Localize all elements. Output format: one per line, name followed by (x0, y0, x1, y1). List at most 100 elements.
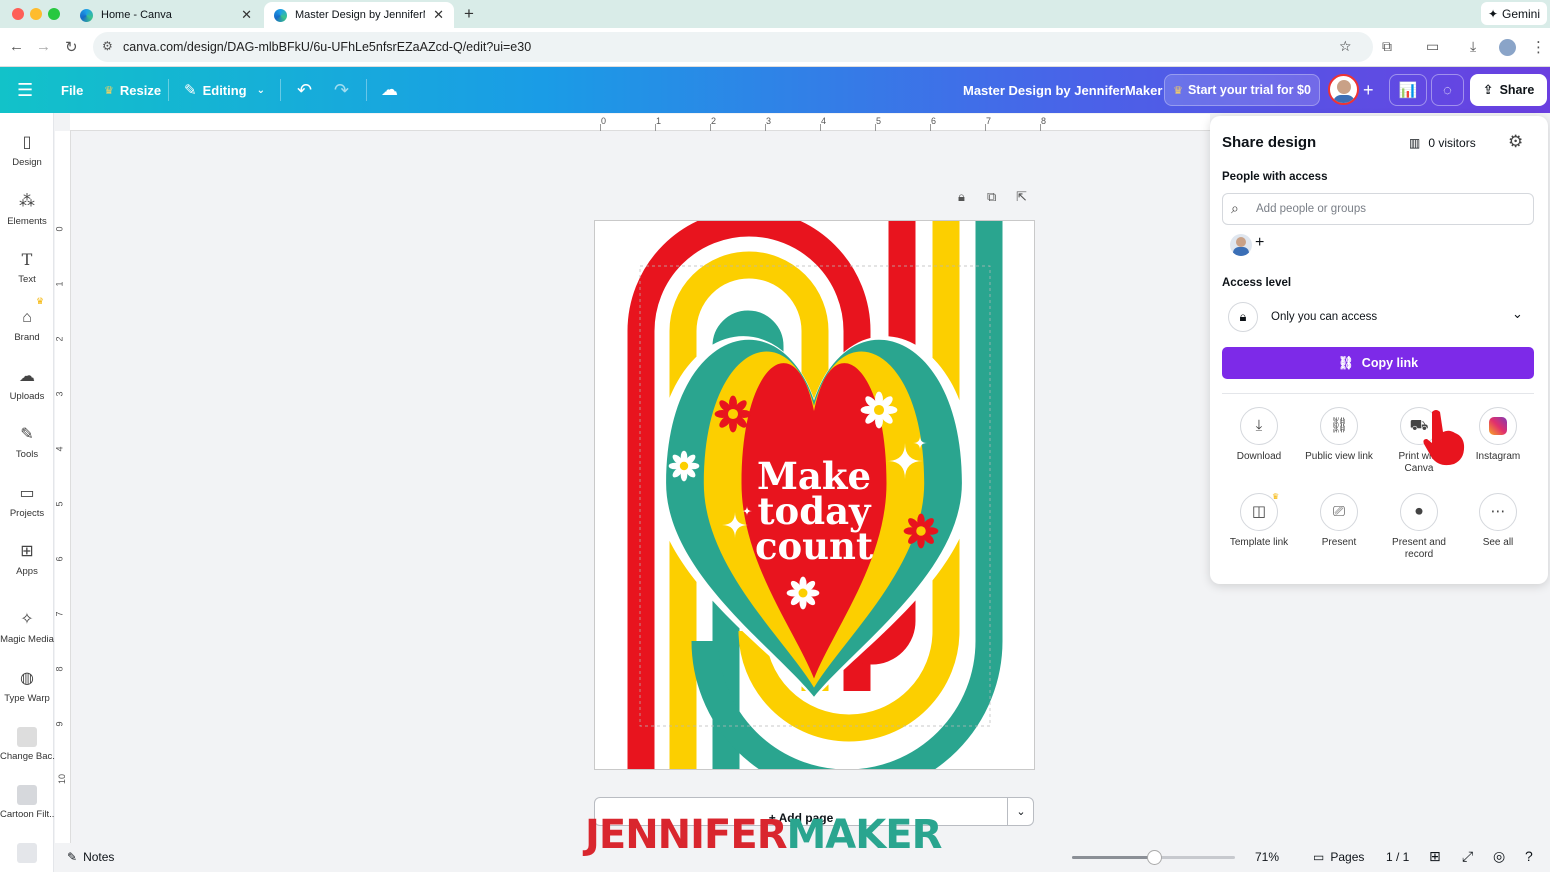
sidebar-item-type-warp[interactable]: ◍ Type Warp (0, 669, 54, 704)
cartoon-filter-icon (17, 785, 37, 805)
link-icon: ⛓ (1337, 355, 1354, 370)
ruler-tick-label: 7 (986, 116, 992, 126)
lock-icon[interactable]: 🔒︎ (958, 189, 965, 205)
editor-header: ☰ File ♛ Resize ✎ Editing ⌄ ↶ ↷ ☁ Master… (0, 67, 1550, 113)
collaborator-avatar[interactable] (1328, 74, 1359, 105)
notes-button[interactable]: ✎ Notes (67, 850, 114, 864)
zoom-slider-track[interactable] (1072, 850, 1235, 865)
add-page-chevron-icon[interactable]: ⌄ (1007, 798, 1034, 825)
duplicate-page-icon[interactable]: ⧉ (987, 189, 996, 205)
resize-button[interactable]: ♛ Resize (104, 67, 161, 113)
browser-menu-icon[interactable]: ⋮ (1531, 38, 1546, 56)
see-all-option[interactable]: ⋯ See all (1453, 493, 1543, 549)
ruler-tick-label: 8 (1041, 116, 1047, 126)
pages-button[interactable]: ▭ Pages (1313, 850, 1364, 864)
sidebar-item-projects[interactable]: ▭ Projects (0, 484, 54, 519)
add-person-icon[interactable]: + (1255, 234, 1264, 252)
new-tab-button[interactable]: + (464, 4, 474, 24)
ruler-tick (820, 124, 821, 131)
forward-arrow-icon[interactable]: → (36, 38, 51, 55)
zoom-window-button[interactable] (48, 8, 60, 20)
sidebar-item-design[interactable]: ▯ Design (0, 133, 54, 168)
cloud-save-icon[interactable]: ☁ (381, 67, 398, 113)
share-panel-title: Share design (1222, 134, 1317, 151)
zoom-slider-handle[interactable] (1146, 850, 1162, 865)
ruler-tick-label: 5 (54, 501, 65, 507)
owner-avatar[interactable] (1230, 234, 1252, 256)
sidebar-item-tools[interactable]: ✎ Tools (0, 425, 54, 460)
sidebar-item-text[interactable]: T Text (0, 250, 54, 285)
access-level-dropdown[interactable]: 🔒︎ Only you can access ⌄ (1222, 300, 1534, 334)
tab-home-canva[interactable]: Home - Canva ✕ (70, 2, 262, 28)
present-and-record-option[interactable]: ⏺ Present and record (1374, 493, 1464, 561)
download-option[interactable]: ⤓ Download (1214, 407, 1304, 463)
sidebar-item-cartoon-filter[interactable]: Cartoon Filt... (0, 785, 57, 820)
close-tab-icon[interactable]: ✕ (433, 7, 444, 23)
close-window-button[interactable] (12, 8, 24, 20)
site-settings-icon[interactable]: ⚙ (102, 39, 113, 53)
back-arrow-icon[interactable]: ← (9, 38, 24, 55)
grid-view-icon[interactable]: ⊞ (1429, 848, 1441, 865)
add-people-input[interactable]: ⌕ Add people or groups (1222, 193, 1534, 225)
reload-icon[interactable]: ↻ (65, 38, 78, 56)
comments-icon[interactable]: ◌ (1431, 74, 1464, 106)
ruler-tick-label: 5 (876, 116, 882, 126)
design-title[interactable]: Master Design by JenniferMaker (963, 67, 1162, 113)
sidebar-item-change-background[interactable]: Change Bac... (0, 727, 60, 762)
present-option[interactable]: ⎚ Present (1294, 493, 1384, 549)
undo-icon[interactable]: ↶ (297, 67, 312, 113)
insights-chart-icon[interactable]: 📊 (1389, 74, 1427, 106)
main-menu-icon[interactable]: ☰ (17, 67, 33, 113)
extensions-icon[interactable]: ⧉ (1382, 38, 1392, 55)
sidebar-item-brand[interactable]: ⌂ Brand ♛ (0, 296, 54, 343)
add-page-icon[interactable]: ⇱ (1016, 189, 1027, 205)
sidebar-item-uploads[interactable]: ☁ Uploads (0, 367, 54, 402)
add-collaborator-icon[interactable]: + (1363, 67, 1374, 113)
design-page[interactable]: Make today count (594, 220, 1035, 770)
pencil-icon: ✎ (184, 82, 197, 99)
public-view-link-option[interactable]: ⛓ Public view link (1294, 407, 1384, 463)
zoom-percent[interactable]: 71% (1255, 850, 1279, 864)
minimize-window-button[interactable] (30, 8, 42, 20)
header-divider (280, 79, 281, 101)
download-icon: ⤓ (1240, 407, 1278, 445)
canva-favicon-icon (80, 8, 93, 22)
url-bar[interactable]: ⚙ canva.com/design/DAG-mlbBFkU/6u-UFhLe5… (93, 32, 1373, 62)
file-menu-button[interactable]: File (61, 67, 83, 113)
ruler-tick-label: 9 (54, 721, 65, 727)
help-icon[interactable]: ? (1525, 848, 1533, 864)
zoom-slider-fill (1072, 856, 1154, 859)
ruler-tick-label: 2 (54, 336, 65, 342)
sidebar-item-apps[interactable]: ⊞ Apps (0, 542, 54, 577)
design-text-line-3: count (755, 524, 873, 568)
check-status-icon[interactable]: ◎ (1493, 848, 1505, 865)
redo-icon[interactable]: ↷ (334, 67, 349, 113)
sidebar-item-more[interactable] (0, 843, 54, 867)
start-trial-button[interactable]: ♛ Start your trial for $0 (1164, 74, 1320, 106)
editing-mode-dropdown[interactable]: ✎ Editing ⌄ (184, 67, 265, 113)
bookmark-star-icon[interactable]: ☆ (1339, 38, 1352, 55)
ruler-tick (765, 124, 766, 131)
copy-link-button[interactable]: ⛓ Copy link (1222, 347, 1534, 379)
ruler-tick-label: 2 (711, 116, 717, 126)
profile-avatar[interactable] (1499, 39, 1516, 56)
sidebar-item-magic-media[interactable]: ✧ Magic Media (0, 610, 54, 645)
downloads-icon[interactable]: ⤓ (1470, 38, 1476, 55)
close-tab-icon[interactable]: ✕ (241, 7, 252, 23)
gemini-button[interactable]: ✦ Gemini (1481, 2, 1547, 25)
visitors-button[interactable]: ▥ 0 visitors (1409, 136, 1476, 150)
share-button[interactable]: ⇪ Share (1470, 74, 1547, 106)
fullscreen-icon[interactable]: ⤢ (1462, 848, 1473, 865)
tab-master-design[interactable]: Master Design by JenniferMa ✕ (264, 2, 454, 28)
header-divider (366, 79, 367, 101)
cast-icon[interactable]: ▭ (1426, 38, 1439, 55)
ruler-tick-label: 8 (54, 666, 65, 672)
sidebar-item-elements[interactable]: ⁂ Elements (0, 192, 54, 227)
pointer-hand-icon (1423, 410, 1465, 466)
white-flower-center (679, 461, 689, 471)
access-level-label: Access level (1222, 277, 1292, 289)
settings-gear-icon[interactable]: ⚙ (1508, 132, 1523, 152)
ruler-tick-label: 1 (656, 116, 662, 126)
template-link-option[interactable]: ◫ Template link ♛ (1214, 492, 1304, 549)
elements-icon: ⁂ (19, 193, 35, 210)
